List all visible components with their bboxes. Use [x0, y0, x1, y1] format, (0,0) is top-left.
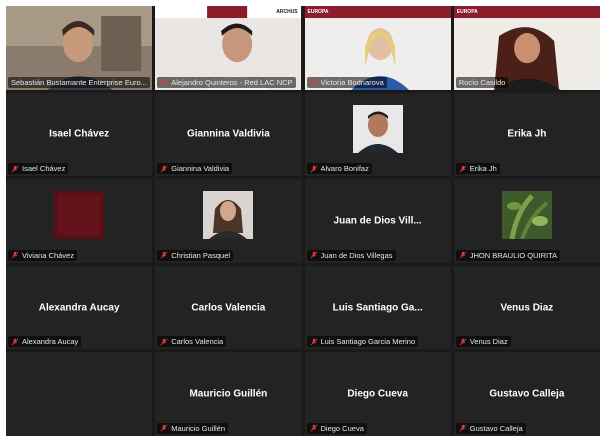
muted-mic-icon	[310, 78, 317, 86]
muted-mic-icon	[459, 338, 467, 346]
participant-display-name: Giannina Valdivia	[186, 128, 270, 140]
participant-display-name: Alexandra Aucay	[38, 302, 120, 314]
participant-name-label: Luis Santiago Garcia Merino	[306, 336, 419, 348]
participant-name-label: Sebastián Bustamante Enterprise Euro...	[8, 76, 150, 88]
participant-tile[interactable]: Luis Santiago Ga... Luis Santiago Garcia…	[304, 265, 451, 350]
participant-name-label: Viviana Chávez	[8, 249, 77, 261]
participant-tile[interactable]: Juan de Dios Vill... Juan de Dios Villeg…	[304, 179, 451, 263]
video-tile[interactable]: EUROPA Victoria Bodnarova	[304, 6, 451, 90]
participant-name-label: Christian Pasquel	[157, 249, 234, 261]
participant-name-label: Carlos Valencia	[157, 336, 227, 348]
participant-display-name: Diego Cueva	[347, 388, 408, 400]
participant-name-label: Isael Chávez	[8, 163, 69, 175]
participant-name-label: Diego Cueva	[306, 422, 367, 434]
participant-name-label: Alexandra Aucay	[8, 336, 82, 348]
muted-mic-icon	[310, 165, 317, 173]
participant-display-name: Erika Jh	[507, 128, 547, 140]
muted-mic-icon	[459, 251, 467, 259]
participant-tile[interactable]: Carlos Valencia Carlos Valencia	[155, 265, 302, 350]
video-tile[interactable]: ARCHUS Alejandro Quinteros - Red LAC NCP	[155, 6, 302, 90]
profile-photo	[203, 191, 254, 240]
participant-display-name: Luis Santiago Ga...	[332, 302, 423, 314]
profile-photo	[54, 191, 105, 240]
participant-name-label: Juan de Dios Villegas	[306, 249, 396, 261]
participant-name-label: Rocío Casildo	[455, 76, 509, 88]
participant-tile[interactable]: Alexandra Aucay Alexandra Aucay	[6, 265, 153, 350]
participant-name-label: JHON BRAULIO QUIRITA	[455, 249, 561, 261]
participant-name-label: Mauricio Guillén	[157, 422, 229, 434]
participant-tile[interactable]: Giannina Valdivia Giannina Valdivia	[155, 92, 302, 177]
participant-display-name: Gustavo Calleja	[489, 388, 565, 400]
participant-tile[interactable]: Alvaro Bonifaz	[304, 92, 451, 177]
participant-name-label: Erika Jh	[455, 163, 500, 175]
muted-mic-icon	[310, 251, 317, 259]
muted-mic-icon	[11, 338, 19, 346]
participant-display-name: Carlos Valencia	[191, 302, 266, 314]
video-grid: Sebastián Bustamante Enterprise Euro... …	[6, 6, 600, 436]
muted-mic-icon	[459, 165, 467, 173]
participant-tile[interactable]: Venus Diaz Venus Diaz	[453, 265, 600, 350]
empty-tile	[6, 352, 153, 436]
participant-display-name: Mauricio Guillén	[189, 388, 268, 400]
participant-tile[interactable]: Erika Jh Erika Jh	[453, 92, 600, 177]
broadcast-banner: ARCHUS	[276, 9, 298, 15]
participant-tile[interactable]: Isael Chávez Isael Chávez	[6, 92, 153, 177]
participant-tile[interactable]: JHON BRAULIO QUIRITA	[453, 179, 600, 263]
broadcast-banner: EUROPA	[307, 9, 329, 15]
participant-tile[interactable]: Viviana Chávez	[6, 179, 153, 263]
participant-display-name: Juan de Dios Vill...	[333, 215, 422, 227]
muted-mic-icon	[160, 425, 168, 432]
participant-display-name: Isael Chávez	[49, 128, 110, 140]
muted-mic-icon	[310, 338, 317, 346]
muted-mic-icon	[160, 78, 168, 86]
participant-name-label: Alvaro Bonifaz	[306, 163, 372, 175]
participant-tile[interactable]: Christian Pasquel	[155, 179, 302, 263]
participant-tile[interactable]: Diego Cueva Diego Cueva	[304, 352, 451, 436]
video-tile-active-speaker[interactable]: EUROPA Rocío Casildo	[453, 6, 600, 90]
participant-tile[interactable]: Gustavo Calleja Gustavo Calleja	[453, 352, 600, 436]
muted-mic-icon	[310, 425, 317, 432]
muted-mic-icon	[11, 165, 19, 173]
muted-mic-icon	[459, 425, 467, 432]
broadcast-banner: EUROPA	[456, 9, 478, 15]
video-tile[interactable]: Sebastián Bustamante Enterprise Euro...	[6, 6, 153, 90]
participant-name-label: Victoria Bodnarova	[306, 76, 387, 88]
participant-tile[interactable]: Mauricio Guillén Mauricio Guillén	[155, 352, 302, 436]
participant-name-label: Giannina Valdivia	[157, 163, 233, 175]
participant-name-label: Alejandro Quinteros - Red LAC NCP	[157, 76, 296, 88]
muted-mic-icon	[160, 338, 168, 346]
muted-mic-icon	[11, 251, 19, 259]
profile-photo	[501, 191, 552, 240]
muted-mic-icon	[160, 251, 168, 259]
muted-mic-icon	[160, 165, 168, 173]
participant-name-label: Venus Diaz	[455, 336, 511, 348]
profile-photo	[352, 104, 403, 153]
participant-name-label: Gustavo Calleja	[455, 422, 526, 434]
participant-display-name: Venus Diaz	[500, 302, 554, 314]
